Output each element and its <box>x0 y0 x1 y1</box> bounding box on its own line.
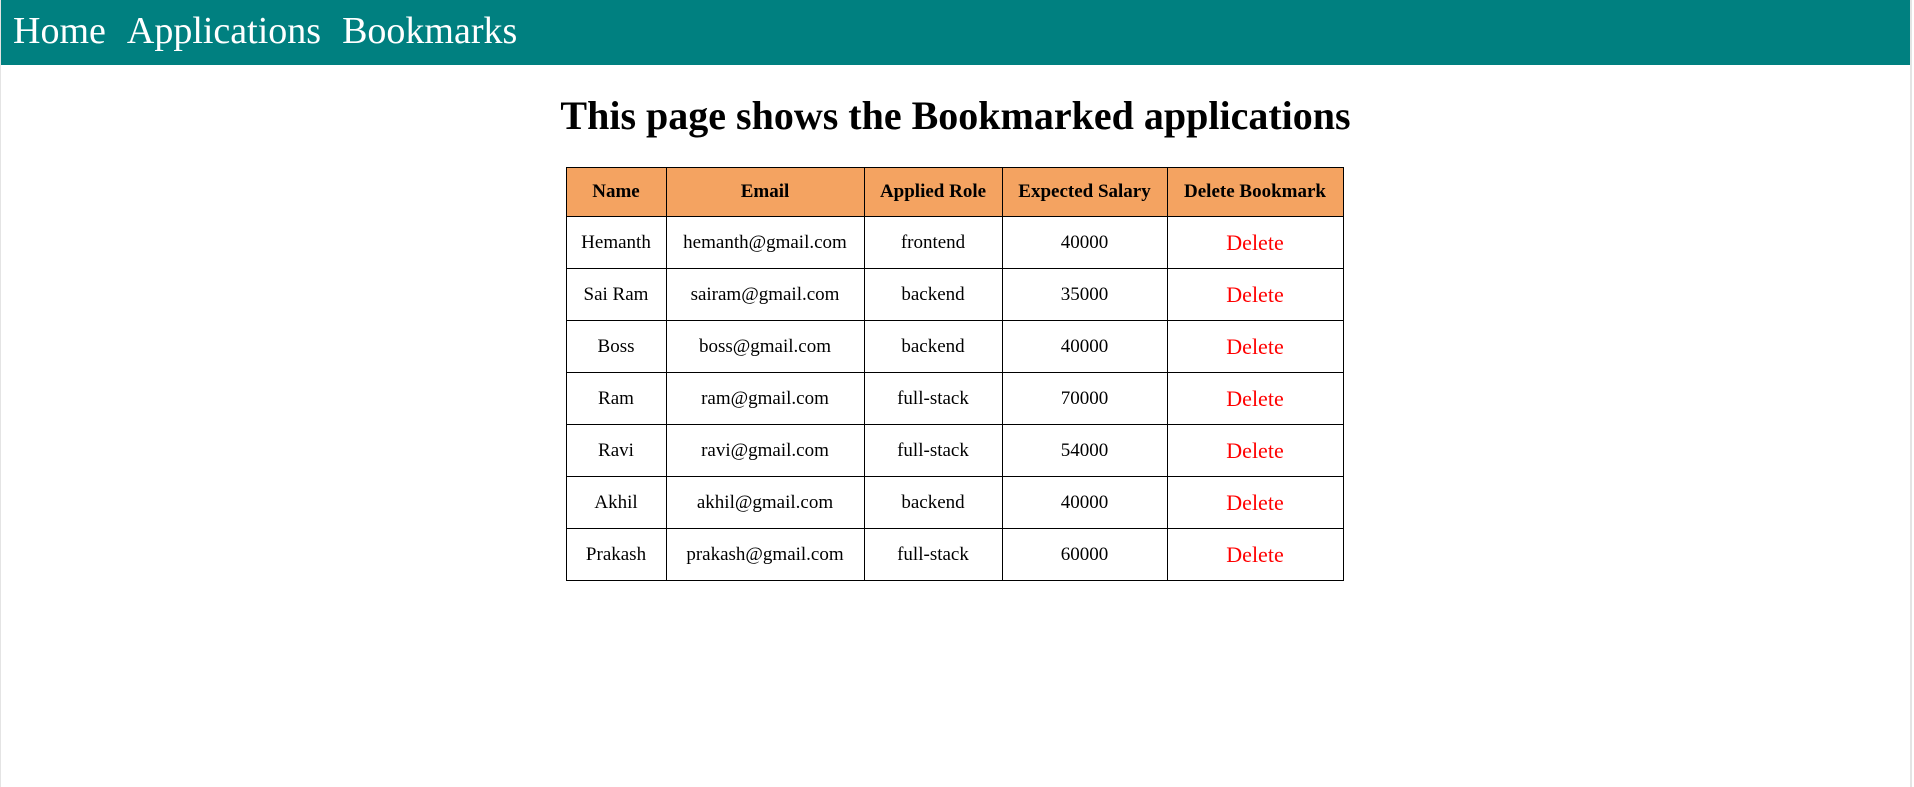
table-row: Prakash prakash@gmail.com full-stack 600… <box>565 528 1344 581</box>
cell-name: Prakash <box>565 528 667 581</box>
cell-applied-role: frontend <box>863 216 1003 269</box>
bookmarks-table: Name Email Applied Role Expected Salary … <box>565 167 1344 581</box>
cell-delete-bookmark: Delete <box>1166 320 1344 373</box>
cell-delete-bookmark: Delete <box>1166 268 1344 321</box>
table-row: Ravi ravi@gmail.com full-stack 54000 Del… <box>565 424 1344 477</box>
cell-applied-role: backend <box>863 320 1003 373</box>
cell-name: Boss <box>565 320 667 373</box>
table-body: Hemanth hemanth@gmail.com frontend 40000… <box>565 216 1344 581</box>
delete-bookmark-button[interactable]: Delete <box>1226 334 1283 359</box>
top-nav-bar: Home Applications Bookmarks <box>1 0 1910 65</box>
page-title: This page shows the Bookmarked applicati… <box>560 93 1351 138</box>
cell-name: Hemanth <box>565 216 667 269</box>
column-header-email: Email <box>665 167 865 217</box>
page: Home Applications Bookmarks This page sh… <box>0 0 1912 787</box>
cell-name: Akhil <box>565 476 667 529</box>
cell-email: ravi@gmail.com <box>665 424 865 477</box>
cell-applied-role: full-stack <box>863 372 1003 425</box>
cell-applied-role: backend <box>863 268 1003 321</box>
cell-applied-role: backend <box>863 476 1003 529</box>
cell-name: Ravi <box>565 424 667 477</box>
delete-bookmark-button[interactable]: Delete <box>1226 386 1283 411</box>
nav-link-home[interactable]: Home <box>13 12 106 54</box>
cell-email: ram@gmail.com <box>665 372 865 425</box>
table-row: Sai Ram sairam@gmail.com backend 35000 D… <box>565 268 1344 321</box>
nav-link-applications[interactable]: Applications <box>127 12 321 54</box>
cell-name: Ram <box>565 372 667 425</box>
table-header: Name Email Applied Role Expected Salary … <box>565 167 1344 217</box>
cell-expected-salary: 54000 <box>1001 424 1168 477</box>
delete-bookmark-button[interactable]: Delete <box>1226 490 1283 515</box>
cell-expected-salary: 40000 <box>1001 320 1168 373</box>
column-header-applied-role: Applied Role <box>863 167 1003 217</box>
table-header-row: Name Email Applied Role Expected Salary … <box>565 167 1344 217</box>
cell-expected-salary: 40000 <box>1001 476 1168 529</box>
cell-applied-role: full-stack <box>863 528 1003 581</box>
cell-email: akhil@gmail.com <box>665 476 865 529</box>
cell-delete-bookmark: Delete <box>1166 476 1344 529</box>
delete-bookmark-button[interactable]: Delete <box>1226 542 1283 567</box>
cell-email: prakash@gmail.com <box>665 528 865 581</box>
cell-delete-bookmark: Delete <box>1166 424 1344 477</box>
table-row: Hemanth hemanth@gmail.com frontend 40000… <box>565 216 1344 269</box>
cell-delete-bookmark: Delete <box>1166 528 1344 581</box>
cell-expected-salary: 70000 <box>1001 372 1168 425</box>
column-header-delete-bookmark: Delete Bookmark <box>1166 167 1344 217</box>
nav-link-bookmarks[interactable]: Bookmarks <box>342 12 517 54</box>
delete-bookmark-button[interactable]: Delete <box>1226 230 1283 255</box>
table-row: Ram ram@gmail.com full-stack 70000 Delet… <box>565 372 1344 425</box>
cell-email: boss@gmail.com <box>665 320 865 373</box>
delete-bookmark-button[interactable]: Delete <box>1226 438 1283 463</box>
cell-email: sairam@gmail.com <box>665 268 865 321</box>
delete-bookmark-button[interactable]: Delete <box>1226 282 1283 307</box>
cell-expected-salary: 35000 <box>1001 268 1168 321</box>
column-header-name: Name <box>565 167 667 217</box>
cell-delete-bookmark: Delete <box>1166 372 1344 425</box>
cell-name: Sai Ram <box>565 268 667 321</box>
column-header-expected-salary: Expected Salary <box>1001 167 1168 217</box>
cell-expected-salary: 40000 <box>1001 216 1168 269</box>
cell-expected-salary: 60000 <box>1001 528 1168 581</box>
table-row: Boss boss@gmail.com backend 40000 Delete <box>565 320 1344 373</box>
table-row: Akhil akhil@gmail.com backend 40000 Dele… <box>565 476 1344 529</box>
cell-delete-bookmark: Delete <box>1166 216 1344 269</box>
cell-applied-role: full-stack <box>863 424 1003 477</box>
cell-email: hemanth@gmail.com <box>665 216 865 269</box>
